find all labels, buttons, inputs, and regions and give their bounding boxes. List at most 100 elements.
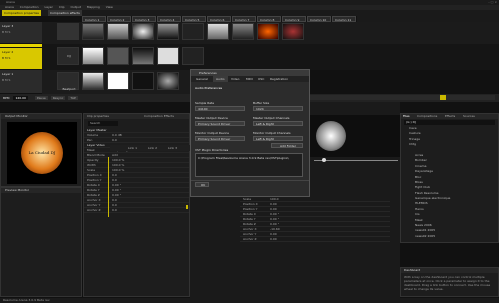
property-label: Opacity bbox=[87, 158, 99, 162]
clip-thumbnail[interactable] bbox=[132, 72, 154, 90]
clip-thumbnail[interactable] bbox=[182, 23, 204, 40]
link-label[interactable]: Link 1 bbox=[128, 145, 137, 151]
property-label: Pan bbox=[87, 138, 93, 142]
tab-audio[interactable]: Audio bbox=[213, 76, 228, 82]
link-marker bbox=[186, 205, 188, 209]
preview-logo-icon bbox=[316, 121, 346, 151]
pause-button[interactable]: Pause bbox=[34, 96, 48, 100]
layer-3-controls[interactable]: Layer 3 B M S bbox=[0, 22, 42, 44]
menu-output[interactable]: Output bbox=[70, 5, 80, 9]
vst-path[interactable]: C:\Program Files\Resolume Arena 3.0.9 Be… bbox=[198, 156, 300, 160]
ok-button[interactable]: OK bbox=[195, 182, 209, 187]
tab-files[interactable]: Files bbox=[403, 114, 410, 119]
tab-registration[interactable]: Registration bbox=[267, 76, 291, 82]
master-output-device-select[interactable]: Primary Sound Driver bbox=[195, 121, 245, 126]
property-label: Anchor Y bbox=[87, 203, 101, 207]
clip-thumbnail[interactable] bbox=[82, 47, 104, 65]
property-row[interactable]: Anchor Z 0.0 bbox=[84, 208, 189, 213]
close-icon[interactable]: × bbox=[494, 0, 497, 4]
folder-item[interactable]: news02 2005 bbox=[409, 234, 498, 239]
tab-video[interactable]: Video bbox=[228, 76, 242, 82]
dialog-divider bbox=[191, 180, 309, 181]
path-select[interactable]: (G:) DJ bbox=[404, 120, 495, 125]
menu-arena[interactable]: Arena bbox=[5, 5, 14, 9]
clip-thumbnail[interactable]: Beatport bbox=[57, 72, 79, 91]
clip-thumbnail[interactable] bbox=[157, 23, 179, 40]
window-title: Arena bbox=[6, 0, 15, 4]
clip-thumbnail[interactable] bbox=[107, 47, 129, 65]
clip-thumbnail[interactable] bbox=[232, 23, 254, 40]
property-label: Blend Mode bbox=[87, 153, 105, 157]
master-output-channels-select[interactable]: Left & Right bbox=[253, 121, 303, 126]
clip-thumbnail[interactable] bbox=[132, 47, 154, 65]
vst-directories-list[interactable]: C:\Program Files\Resolume Arena 3.0.9 Be… bbox=[195, 153, 303, 177]
monitor-output-device-select[interactable]: Primary Sound Driver bbox=[195, 136, 245, 141]
clip-thumbnail[interactable]: DJ bbox=[57, 47, 79, 65]
tab-compositions[interactable]: Compositions bbox=[417, 114, 437, 119]
tab-general[interactable]: General bbox=[193, 76, 211, 82]
bpm-input[interactable]: 120.00 bbox=[13, 96, 28, 100]
position-slider-track[interactable] bbox=[314, 160, 398, 161]
position-slider-handle[interactable] bbox=[322, 158, 326, 162]
clip-thumbnail[interactable] bbox=[182, 47, 204, 65]
property-label: Volume bbox=[87, 133, 99, 137]
tab-composition-effects[interactable]: Composition Effects bbox=[144, 114, 174, 119]
tab-sources[interactable]: Sources bbox=[463, 114, 475, 119]
monitor-output-channels-select[interactable]: Left & Right bbox=[253, 136, 303, 141]
layer-1-controls[interactable]: Layer 1 B M S bbox=[0, 70, 42, 94]
property-value[interactable]: 0.0 bbox=[112, 138, 117, 143]
property-label: Scale bbox=[243, 197, 252, 201]
buffer-size-select[interactable]: 1024 bbox=[253, 106, 303, 111]
clip-thumbnail[interactable] bbox=[107, 72, 129, 90]
link-label[interactable]: Link 2 bbox=[148, 145, 157, 151]
tab-clip-properties[interactable]: Clip properties bbox=[87, 114, 109, 119]
preferences-dialog: Preferences General Audio Video MIDI OSC… bbox=[190, 69, 310, 197]
preview-monitor-panel: Preview Monitor bbox=[0, 187, 82, 297]
property-label: Anchor Z bbox=[243, 237, 257, 241]
layer-buttons[interactable]: B M S bbox=[0, 78, 42, 82]
status-bar: Resolume Arena 3.0.9 Beta rev bbox=[0, 298, 499, 303]
property-value[interactable]: 0.0 bbox=[112, 208, 117, 213]
menu-mapping[interactable]: Mapping bbox=[87, 5, 100, 9]
clip-thumbnail[interactable] bbox=[57, 23, 79, 40]
layer-2-controls[interactable]: Layer 2 B M S bbox=[0, 48, 42, 70]
search-input[interactable]: Search bbox=[88, 121, 118, 126]
menu-composition[interactable]: Composition bbox=[20, 5, 39, 9]
clip-thumbnail[interactable] bbox=[82, 23, 104, 40]
property-label: Rotate Y bbox=[87, 188, 100, 192]
clip-thumbnail[interactable] bbox=[132, 23, 154, 40]
buffer-size-label: Buffer Size bbox=[253, 101, 270, 105]
property-label: Width bbox=[87, 163, 96, 167]
add-folder-button[interactable]: Add Folder bbox=[271, 143, 303, 148]
output-monitor-panel: Output Monitor La Ciudad DJ bbox=[0, 113, 82, 187]
menu-clip[interactable]: Clip bbox=[59, 5, 65, 9]
clip-thumbnail[interactable] bbox=[82, 72, 104, 90]
menu-view[interactable]: View bbox=[106, 5, 113, 9]
tab-composition-effects[interactable]: Composition effects bbox=[48, 10, 82, 16]
tab-effects[interactable]: Effects bbox=[445, 114, 455, 119]
property-label: Anchor Y bbox=[243, 232, 257, 236]
crossfader-handle[interactable] bbox=[440, 95, 446, 100]
menu-layer[interactable]: Layer bbox=[45, 5, 53, 9]
clip-thumbnail[interactable] bbox=[257, 23, 279, 40]
clip-thumbnail[interactable] bbox=[157, 47, 179, 65]
clip-thumbnail[interactable] bbox=[207, 23, 229, 40]
tab-composition-properties[interactable]: Composition properties bbox=[2, 10, 41, 16]
property-value[interactable]: 0.00 bbox=[270, 237, 277, 242]
sample-rate-select[interactable]: 44100 bbox=[195, 106, 245, 111]
clip-thumbnail[interactable] bbox=[282, 23, 304, 40]
property-row[interactable]: Anchor Z 0.00 bbox=[240, 237, 390, 242]
minimize-icon[interactable]: – bbox=[488, 0, 490, 4]
tap-button[interactable]: TAP bbox=[68, 96, 78, 100]
clip-thumbnail[interactable] bbox=[157, 72, 179, 90]
clip-thumbnail[interactable] bbox=[107, 23, 129, 40]
property-row[interactable]: Pan 0.0 bbox=[84, 138, 189, 143]
resync-button[interactable]: Resync bbox=[50, 96, 66, 100]
tab-midi[interactable]: MIDI bbox=[243, 76, 256, 82]
bpm-label: BPM bbox=[3, 96, 10, 100]
tab-osc[interactable]: OSC bbox=[255, 76, 267, 82]
layer-buttons[interactable]: B M S bbox=[0, 56, 42, 60]
layer-buttons[interactable]: B M S bbox=[0, 30, 42, 34]
link-label[interactable]: Link 3 bbox=[168, 145, 177, 151]
preview-monitor-title: Preview Monitor bbox=[1, 188, 81, 193]
